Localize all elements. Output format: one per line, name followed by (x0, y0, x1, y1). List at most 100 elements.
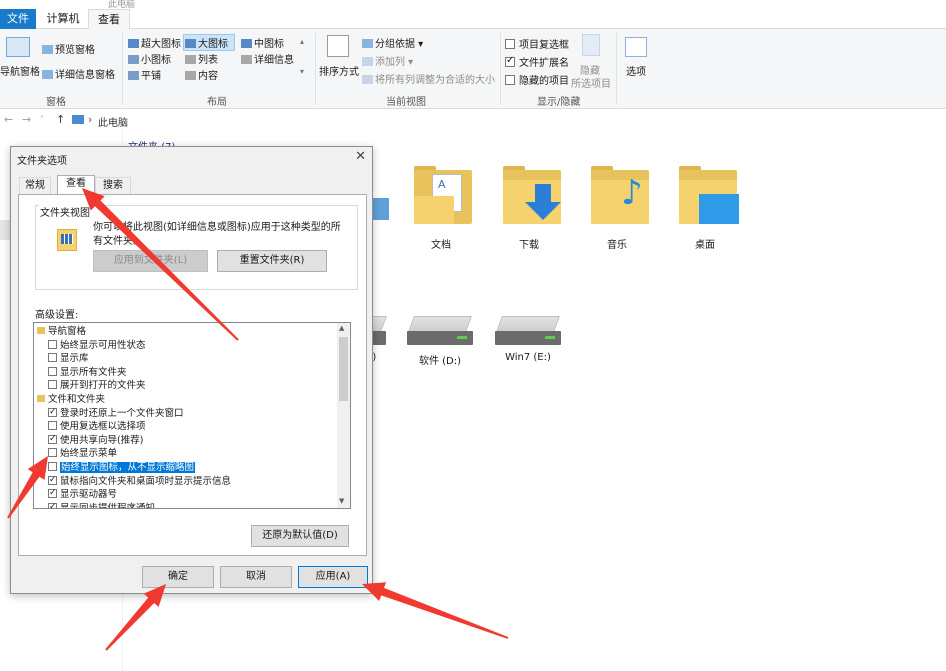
advanced-settings-label: 高级设置: (35, 310, 79, 321)
divider (315, 33, 316, 105)
layout-scroll-up-icon[interactable]: ▴ (300, 37, 304, 46)
settings-option[interactable]: 鼠标指向文件夹和桌面项时显示提示信息 (48, 474, 231, 488)
breadcrumb-this-pc[interactable]: 此电脑 (98, 114, 128, 129)
hide-selected-line2[interactable]: 所选项目 (571, 75, 611, 90)
layout-extra-large[interactable]: 超大图标 (128, 35, 181, 50)
ok-button[interactable]: 确定 (142, 566, 214, 588)
nav-pane-button[interactable]: 导航窗格 (0, 63, 40, 78)
layout-content[interactable]: 内容 (185, 67, 218, 82)
restore-defaults-button[interactable]: 还原为默认值(D) (251, 525, 349, 547)
tab-view[interactable]: 查看 (88, 9, 130, 30)
drive-e-label[interactable]: Win7 (E:) (493, 352, 563, 363)
tab-general[interactable]: 常规 (19, 177, 51, 195)
option-checkbox[interactable] (48, 380, 57, 390)
layout-list[interactable]: 列表 (185, 51, 218, 66)
option-checkbox[interactable] (48, 339, 57, 349)
option-checkbox[interactable] (48, 366, 57, 376)
tab-view-dialog[interactable]: 查看 (57, 175, 95, 195)
settings-option[interactable]: 使用复选框以选择项 (48, 420, 146, 433)
layout-more-icon[interactable]: ▾ (300, 67, 304, 76)
tab-search[interactable]: 搜索 (95, 177, 131, 195)
scroll-up-icon[interactable]: ▲ (339, 324, 344, 332)
cancel-button[interactable]: 取消 (220, 566, 292, 588)
advanced-settings-list[interactable]: 导航窗格始终显示可用性状态显示库显示所有文件夹展开到打开的文件夹文件和文件夹登录… (33, 322, 351, 509)
option-checkbox[interactable] (48, 353, 57, 363)
folder-desktop-icon[interactable] (679, 166, 739, 224)
option-checkbox[interactable] (48, 421, 57, 431)
tab-file[interactable]: 文件 (0, 9, 36, 29)
close-icon[interactable]: ✕ (355, 149, 366, 164)
details-pane-button[interactable]: 详细信息窗格 (42, 66, 115, 81)
settings-option[interactable]: 展开到打开的文件夹 (48, 379, 146, 392)
folder-view-icon (57, 229, 77, 251)
folder-music-label[interactable]: 音乐 (582, 236, 652, 251)
layout-details[interactable]: 详细信息 (241, 51, 294, 66)
hidden-items-toggle[interactable]: 隐藏的项目 (505, 72, 569, 87)
add-column-icon (362, 57, 373, 66)
layout-tiles[interactable]: 平铺 (128, 67, 161, 82)
drive-d-label[interactable]: 软件 (D:) (405, 352, 475, 367)
settings-option[interactable]: 始终显示可用性状态 (48, 339, 146, 352)
sort-by-button[interactable]: 排序方式 (319, 63, 359, 78)
apply-button[interactable]: 应用(A) (298, 566, 368, 588)
hidden-items-checkbox[interactable] (505, 75, 515, 85)
drive-e-icon[interactable] (495, 316, 561, 346)
settings-option[interactable]: 显示驱动器号 (48, 487, 117, 501)
settings-option[interactable]: 显示同步提供程序通知 (48, 501, 155, 508)
settings-option[interactable]: 使用共享向导(推荐) (48, 433, 143, 447)
apply-to-folders-button[interactable]: 应用到文件夹(L) (93, 250, 208, 272)
tab-computer[interactable]: 计算机 (40, 9, 86, 29)
folder-documents-label[interactable]: 文档 (406, 236, 476, 251)
folder-desktop-label[interactable]: 桌面 (670, 236, 740, 251)
settings-option[interactable]: 登录时还原上一个文件夹窗口 (48, 406, 184, 420)
option-checkbox[interactable] (48, 433, 57, 446)
group-by-button[interactable]: 分组依据 ▾ (362, 35, 423, 50)
file-extensions-checkbox[interactable] (505, 55, 515, 67)
small-icons-icon (128, 55, 139, 64)
folder-documents-icon[interactable]: A (414, 166, 472, 224)
preview-pane-button[interactable]: 预览窗格 (42, 41, 95, 56)
option-checkbox[interactable] (48, 487, 57, 500)
drive-d-icon[interactable] (407, 316, 473, 346)
details-pane-icon (42, 70, 53, 79)
up-icon[interactable]: ↑ (56, 113, 65, 126)
folder-music-icon[interactable]: ♪ (591, 166, 649, 224)
divider (500, 33, 501, 105)
option-checkbox[interactable] (48, 462, 57, 471)
file-extensions-toggle[interactable]: 文件扩展名 (505, 54, 569, 69)
recent-dropdown-icon[interactable]: ˅ (40, 115, 44, 124)
breadcrumb-chevron-icon[interactable]: › (88, 113, 92, 126)
option-checkbox[interactable] (48, 406, 57, 419)
layout-large[interactable]: 大图标 (183, 34, 235, 51)
nav-pane-selection[interactable] (0, 220, 10, 240)
layout-tiles-label: 平铺 (141, 71, 161, 82)
settings-option[interactable]: 显示所有文件夹 (48, 366, 127, 379)
option-checkbox[interactable] (48, 474, 57, 487)
advanced-list-scrollbar[interactable]: ▲ ▼ (337, 323, 350, 508)
settings-option[interactable]: 始终显示图标，从不显示缩略图 (48, 461, 196, 474)
item-checkboxes-label: 项目复选框 (519, 40, 569, 51)
option-checkbox[interactable] (48, 501, 57, 508)
item-checkboxes-toggle[interactable]: 项目复选框 (505, 36, 569, 51)
scroll-thumb[interactable] (339, 337, 348, 401)
add-column-button[interactable]: 添加列 ▾ (362, 53, 413, 68)
back-icon[interactable]: ← (4, 113, 13, 126)
folder-category-icon (37, 395, 45, 402)
item-checkboxes-checkbox[interactable] (505, 39, 515, 49)
folder-downloads-icon[interactable] (503, 166, 561, 224)
settings-option[interactable]: 始终显示菜单 (48, 447, 117, 460)
layout-small[interactable]: 小图标 (128, 51, 171, 66)
preview-pane-label: 预览窗格 (55, 45, 95, 56)
option-label: 登录时还原上一个文件夹窗口 (60, 407, 184, 419)
forward-icon[interactable]: → (22, 113, 31, 126)
folder-pictures-icon[interactable] (373, 198, 389, 220)
layout-medium[interactable]: 中图标 (241, 35, 284, 50)
reset-folders-button[interactable]: 重置文件夹(R) (217, 250, 327, 272)
settings-option[interactable]: 显示库 (48, 352, 89, 365)
scroll-down-icon[interactable]: ▼ (339, 497, 344, 505)
fit-columns-button[interactable]: 将所有列调整为合适的大小 (362, 71, 495, 86)
options-button[interactable]: 选项 (626, 63, 646, 78)
layout-medium-label: 中图标 (254, 39, 284, 50)
folder-downloads-label[interactable]: 下载 (494, 236, 564, 251)
option-checkbox[interactable] (48, 448, 57, 458)
